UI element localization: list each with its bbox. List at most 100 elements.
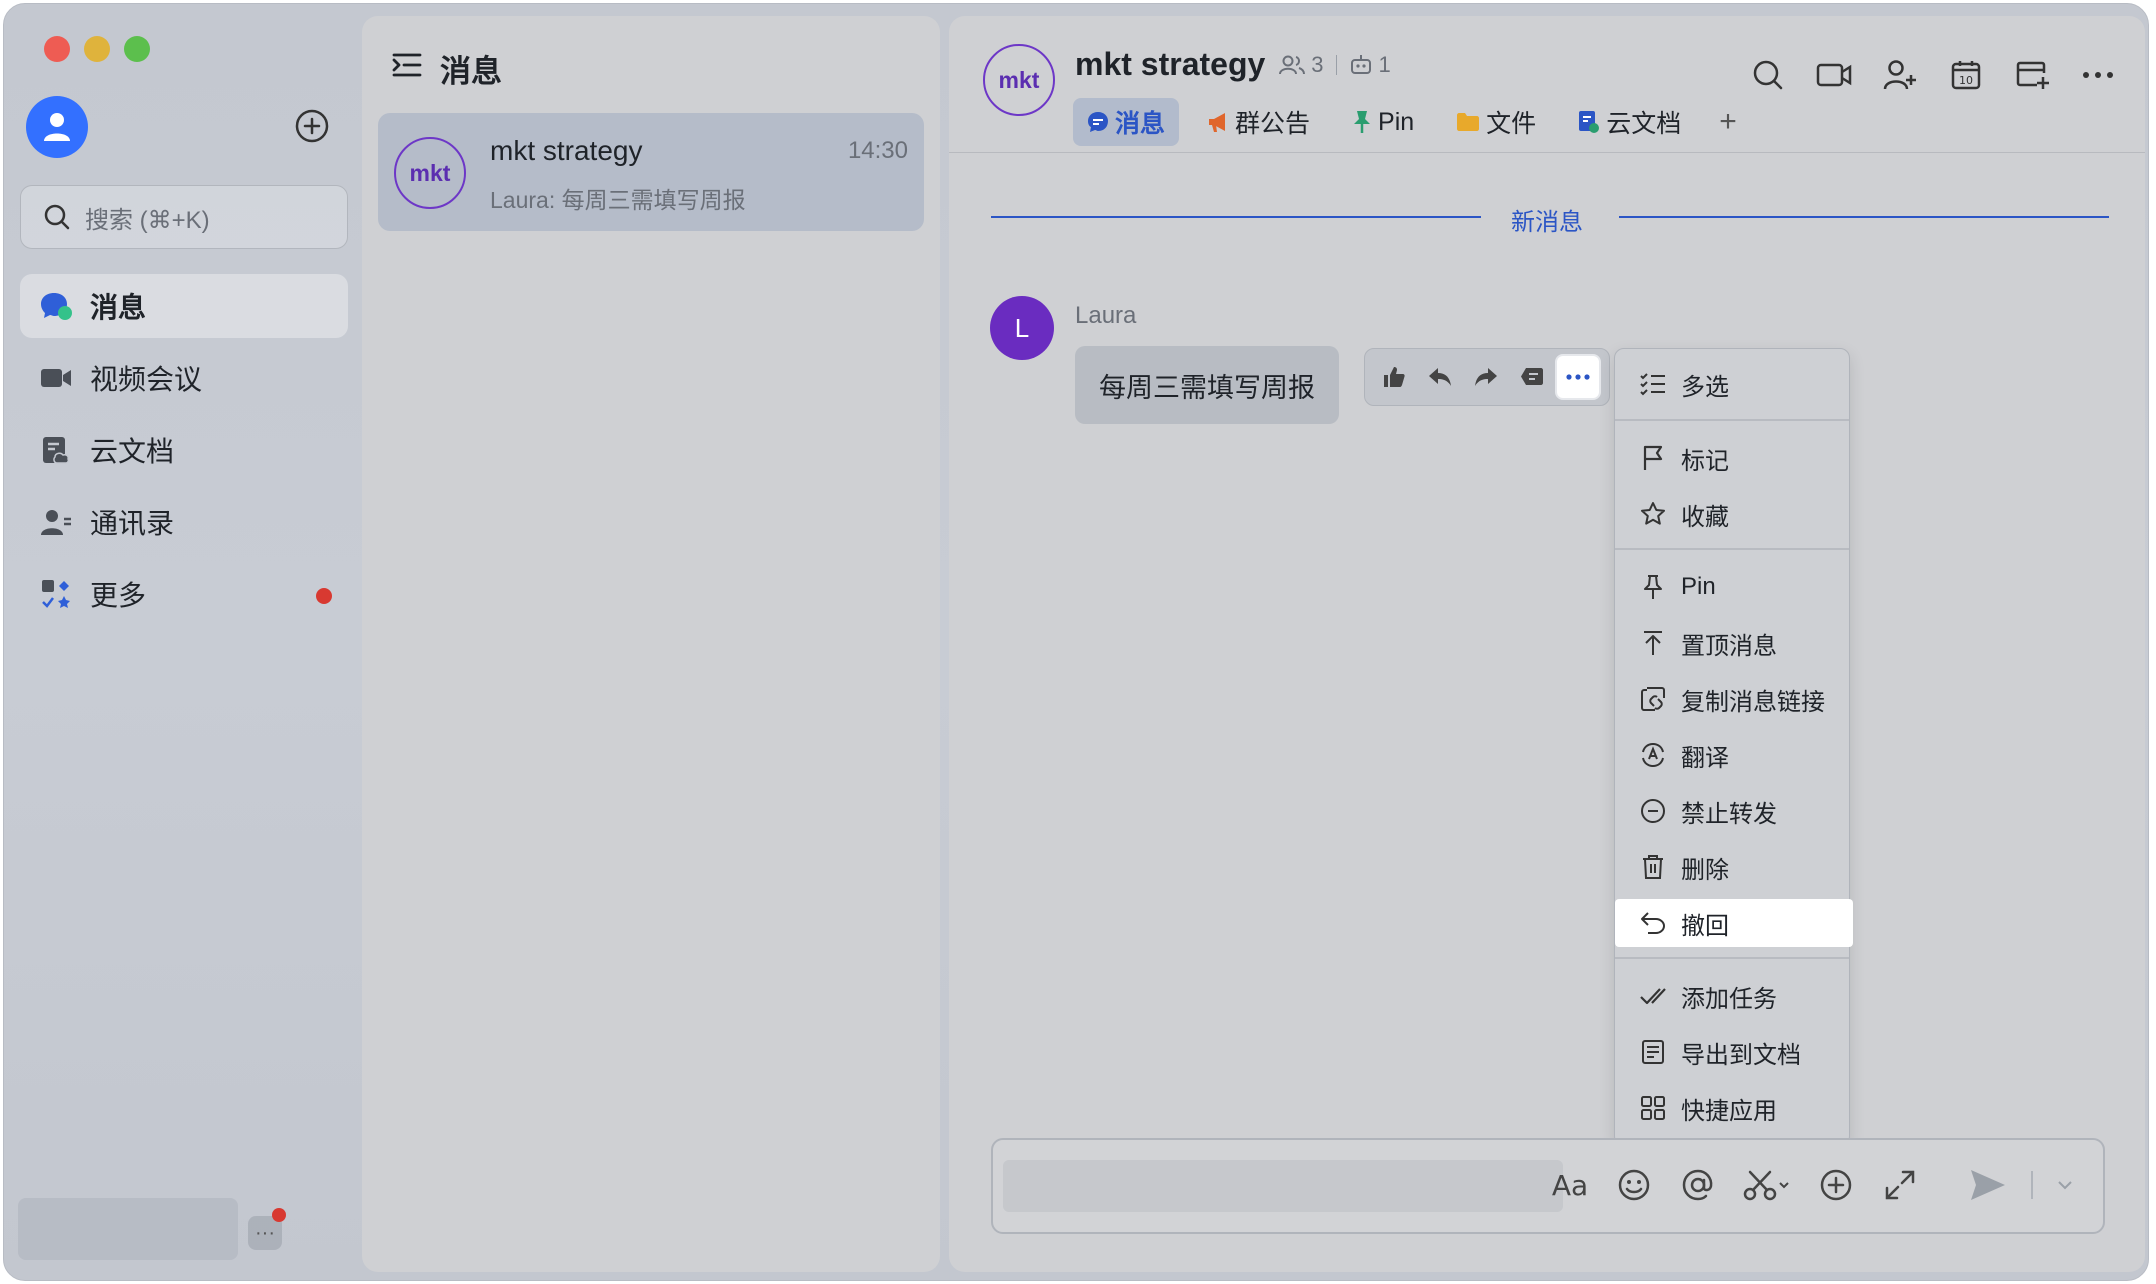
menu-item-label: 置顶消息 (1681, 632, 1777, 660)
forward-icon (1475, 368, 1497, 386)
blurred-profile-area (18, 1198, 238, 1260)
menu-item-forbid-forward[interactable]: 禁止转发 (1615, 787, 1849, 835)
expand-editor-button[interactable] (1879, 1164, 1921, 1206)
contacts-icon (40, 506, 72, 538)
menu-item-quick-apps[interactable]: 快捷应用 (1615, 1084, 1849, 1132)
menu-item-label: 快捷应用 (1681, 1097, 1777, 1125)
menu-item-flag[interactable]: 标记 (1615, 434, 1849, 482)
pin-to-top-icon (1639, 629, 1667, 657)
forward-button[interactable] (1463, 354, 1509, 400)
chat-bubble-icon (1088, 112, 1108, 132)
menu-item-copy-link[interactable]: 复制消息链接 (1615, 675, 1849, 723)
tab-label: Pin (1378, 107, 1415, 136)
menu-item-pin-to-top[interactable]: 置顶消息 (1615, 619, 1849, 667)
cloud-docs-icon (40, 434, 72, 466)
message-actions-toolbar (1364, 348, 1610, 406)
add-tab-button[interactable]: + (1709, 98, 1747, 146)
sidebar-item-label: 更多 (90, 580, 147, 611)
sender-avatar[interactable]: L (990, 296, 1054, 360)
header-divider (949, 152, 2145, 153)
folder-icon (1457, 113, 1480, 131)
sidebar-item-cloud-docs[interactable]: 云文档 (20, 418, 348, 482)
sidebar-item-more[interactable]: 更多 (20, 562, 348, 626)
message-composer: Aa (991, 1138, 2105, 1234)
tab-label: 群公告 (1235, 110, 1311, 138)
menu-item-pin[interactable]: Pin (1615, 563, 1849, 611)
user-avatar[interactable] (26, 96, 88, 158)
calendar-button[interactable]: 10 (1947, 56, 1985, 94)
tab-messages[interactable]: 消息 (1073, 98, 1180, 146)
apps-grid-icon (40, 578, 72, 610)
group-avatar[interactable]: mkt (983, 44, 1055, 116)
tab-cloud-docs[interactable]: 云文档 (1564, 98, 1695, 146)
menu-item-label: 禁止转发 (1681, 800, 1777, 828)
message-bubble[interactable]: 每周三需填写周报 (1075, 346, 1339, 424)
sidebar-item-video-meetings[interactable]: 视频会议 (20, 346, 348, 410)
menu-item-label: 添加任务 (1681, 985, 1777, 1013)
at-icon (1682, 1169, 1713, 1201)
menu-item-multiselect[interactable]: 多选 (1615, 360, 1849, 408)
minimize-window-button[interactable] (84, 36, 110, 62)
menu-item-translate[interactable]: 翻译 (1615, 731, 1849, 779)
divider (1335, 54, 1337, 75)
add-attachment-button[interactable] (1815, 1164, 1857, 1206)
person-icon (44, 113, 70, 141)
new-messages-line-right (1619, 216, 2109, 218)
menu-item-add-task[interactable]: 添加任务 (1615, 972, 1849, 1020)
pin-icon (1639, 573, 1667, 601)
tab-label: 消息 (1115, 110, 1166, 138)
tab-pin[interactable]: Pin (1338, 98, 1428, 146)
quote-button[interactable] (1509, 354, 1555, 400)
like-button[interactable] (1371, 354, 1417, 400)
collapse-list-icon[interactable] (392, 51, 422, 87)
copy-link-icon (1639, 685, 1667, 713)
member-count[interactable]: 3 1 (1279, 52, 1391, 78)
chat-tabs: 消息 群公告 Pin 文件 云文档 + (1073, 98, 1747, 146)
message-input[interactable] (1003, 1160, 1563, 1212)
more-options-button[interactable] (2079, 56, 2117, 94)
new-topic-button[interactable] (2013, 56, 2051, 94)
members-icon (1279, 55, 1306, 74)
more-actions-button[interactable] (1555, 354, 1601, 400)
chevron-down-icon (2058, 1181, 2072, 1190)
text-format-button[interactable]: Aa (1549, 1164, 1591, 1206)
zoom-window-button[interactable] (124, 36, 150, 62)
export-doc-icon (1639, 1038, 1667, 1066)
chat-name: mkt strategy (490, 135, 643, 166)
send-button[interactable] (1967, 1164, 2009, 1206)
reply-button[interactable] (1417, 354, 1463, 400)
sidebar-item-messages[interactable]: 消息 (20, 274, 348, 338)
tab-announcements[interactable]: 群公告 (1193, 98, 1324, 146)
group-name[interactable]: mkt strategy (1075, 46, 1265, 83)
screenshot-button[interactable] (1741, 1164, 1793, 1206)
chat-list-item[interactable]: mkt mkt strategy 14:30 Laura: 每周三需填写周报 (378, 113, 924, 231)
video-camera-icon (1816, 63, 1852, 87)
search-icon (44, 204, 70, 230)
group-title-row: mkt strategy 3 1 (1075, 46, 1391, 83)
video-camera-icon (40, 362, 72, 394)
search-chat-button[interactable] (1749, 56, 1787, 94)
svg-text:10: 10 (1959, 74, 1973, 87)
member-count-value: 3 (1311, 51, 1324, 77)
scissors-icon (1743, 1170, 1789, 1201)
menu-item-favorite[interactable]: 收藏 (1615, 490, 1849, 538)
reply-icon (1429, 368, 1451, 386)
add-member-button[interactable] (1881, 56, 1919, 94)
sender-name[interactable]: Laura (1075, 302, 1136, 330)
menu-separator (1615, 548, 1849, 550)
menu-item-export-doc[interactable]: 导出到文档 (1615, 1028, 1849, 1076)
menu-item-label: 撤回 (1681, 912, 1729, 940)
menu-item-delete[interactable]: 删除 (1615, 843, 1849, 891)
video-call-button[interactable] (1815, 56, 1853, 94)
notification-dot (316, 588, 332, 604)
emoji-button[interactable] (1613, 1164, 1655, 1206)
search-input[interactable]: 搜索 (⌘+K) (20, 185, 348, 249)
mention-button[interactable] (1677, 1164, 1719, 1206)
tab-files[interactable]: 文件 (1442, 98, 1550, 146)
send-options-button[interactable] (2055, 1164, 2075, 1206)
close-window-button[interactable] (44, 36, 70, 62)
create-button[interactable] (294, 108, 330, 144)
emoji-icon (1618, 1169, 1650, 1201)
sidebar-item-contacts[interactable]: 通讯录 (20, 490, 348, 554)
menu-item-recall[interactable]: 撤回 (1615, 899, 1853, 947)
